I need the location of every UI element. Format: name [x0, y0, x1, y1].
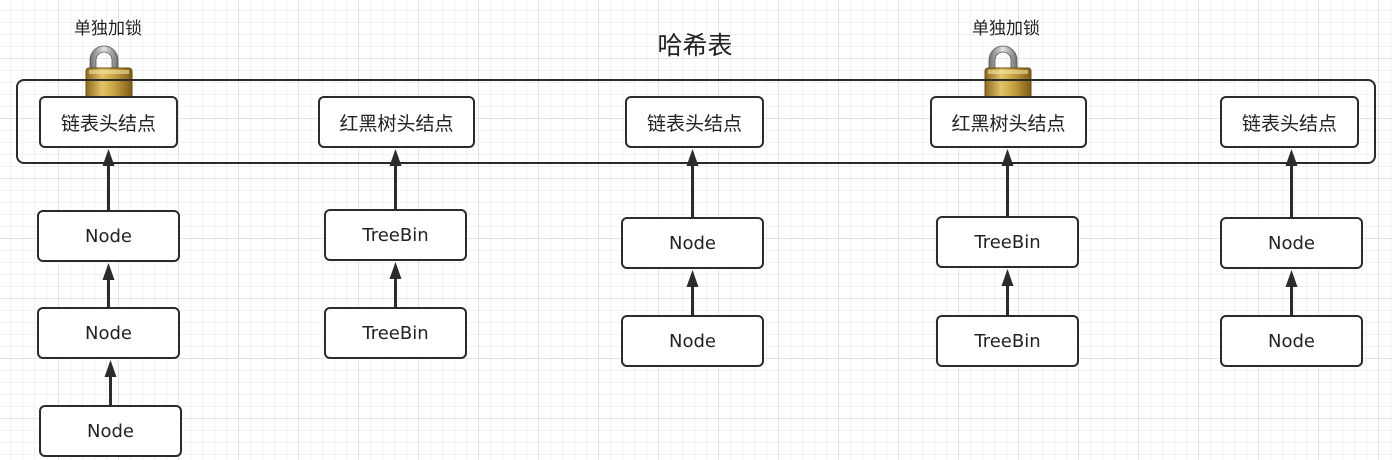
bucket-head-1: 红黑树头结点: [318, 96, 475, 148]
arrow-head-0-1: [102, 263, 115, 280]
arrow-head-3-1: [1001, 269, 1014, 286]
chain-node-1-0: TreeBin: [324, 209, 467, 261]
lock-label-0: 单独加锁: [74, 19, 142, 39]
arrow-head-0-2: [104, 360, 117, 377]
bucket-head-2: 链表头结点: [625, 96, 764, 148]
arrow-head-4-1: [1285, 270, 1298, 287]
hash-table-title: 哈希表: [657, 31, 733, 60]
bucket-head-4: 链表头结点: [1220, 96, 1359, 148]
chain-node-3-0: TreeBin: [936, 216, 1079, 268]
hash-table-diagram: 哈希表 链表头结点 Node Node Node 单独加锁红黑树头结点 TreeBin Tr…: [0, 0, 1392, 460]
chain-node-1-1: TreeBin: [324, 307, 467, 359]
lock-label-3: 单独加锁: [972, 19, 1040, 39]
arrow-head-2-1: [686, 270, 699, 287]
chain-node-3-1: TreeBin: [936, 315, 1079, 367]
chain-node-0-0: Node: [37, 210, 180, 262]
chain-node-4-0: Node: [1220, 217, 1363, 269]
bucket-head-3: 红黑树头结点: [930, 96, 1087, 148]
arrow-head-1-1: [389, 262, 402, 279]
chain-node-0-2: Node: [39, 405, 182, 457]
chain-node-0-1: Node: [37, 307, 180, 359]
chain-node-2-1: Node: [621, 315, 764, 367]
chain-node-4-1: Node: [1220, 315, 1363, 367]
bucket-head-0: 链表头结点: [39, 96, 178, 148]
chain-node-2-0: Node: [621, 217, 764, 269]
